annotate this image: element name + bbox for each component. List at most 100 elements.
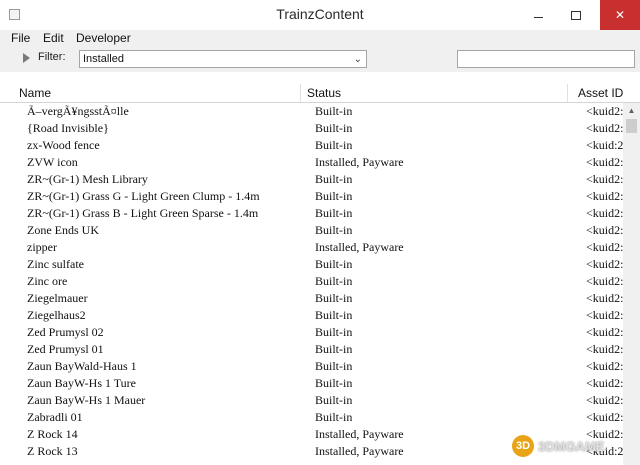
row-asset-id: <kuid:2	[586, 138, 624, 152]
row-asset-id: <kuid2:	[586, 393, 624, 407]
row-asset-id: <kuid2:	[586, 342, 624, 356]
row-status: Built-in	[315, 325, 353, 339]
table-row[interactable]: Zinc sulfate Built-in <kuid2:	[0, 256, 640, 273]
row-name: ZR~(Gr-1) Mesh Library	[27, 172, 148, 186]
table-row[interactable]: {Road Invisible} Built-in <kuid2:	[0, 120, 640, 137]
table-row[interactable]: ZR~(Gr-1) Grass G - Light Green Clump - …	[0, 188, 640, 205]
filter-dropdown[interactable]: Installed ⌄	[79, 50, 367, 68]
menu-bar: File Edit Developer	[0, 30, 640, 46]
row-asset-id: <kuid2:	[586, 410, 624, 424]
column-divider[interactable]	[300, 84, 301, 102]
row-asset-id: <kuid2:	[586, 325, 624, 339]
play-icon[interactable]	[23, 53, 30, 63]
row-name: ZVW icon	[27, 155, 78, 169]
row-name: ZR~(Gr-1) Grass B - Light Green Sparse -…	[27, 206, 259, 220]
row-name: Ziegelmauer	[27, 291, 88, 305]
table-row[interactable]: Zed Prumysl 02 Built-in <kuid2:	[0, 324, 640, 341]
row-name: zx-Wood fence	[27, 138, 100, 152]
table-row[interactable]: Zed Prumysl 01 Built-in <kuid2:	[0, 341, 640, 358]
column-header-asset-id[interactable]: Asset ID	[578, 84, 623, 102]
column-divider[interactable]	[567, 84, 568, 102]
row-status: Built-in	[315, 138, 353, 152]
content-table: Name Status Asset ID Ã–vergÃ¥ngsstÃ¤lle B…	[0, 80, 640, 465]
table-row[interactable]: ZVW icon Installed, Payware <kuid2:	[0, 154, 640, 171]
row-status: Built-in	[315, 291, 353, 305]
row-status: Built-in	[315, 376, 353, 390]
row-asset-id: <kuid2:	[586, 172, 624, 186]
row-status: Built-in	[315, 104, 353, 118]
menu-developer[interactable]: Developer	[76, 30, 131, 46]
scroll-thumb[interactable]	[626, 119, 637, 133]
row-name: ZR~(Gr-1) Grass G - Light Green Clump - …	[27, 189, 260, 203]
row-name: {Road Invisible}	[27, 121, 109, 135]
row-name: Zinc ore	[27, 274, 68, 288]
row-status: Built-in	[315, 189, 353, 203]
row-name: Zinc sulfate	[27, 257, 84, 271]
table-row[interactable]: Zinc ore Built-in <kuid2:	[0, 273, 640, 290]
row-asset-id: <kuid2:	[586, 274, 624, 288]
row-asset-id: <kuid2:	[586, 189, 624, 203]
watermark-text: 3DMGAME	[538, 438, 605, 454]
menu-file[interactable]: File	[11, 30, 30, 46]
row-status: Built-in	[315, 121, 353, 135]
row-name: Zaun BayW-Hs 1 Mauer	[27, 393, 146, 407]
watermark: 3D 3DMGAME	[512, 431, 636, 461]
row-asset-id: <kuid2:	[586, 376, 624, 390]
row-asset-id: <kuid2:	[586, 291, 624, 305]
row-name: Zabradli 01	[27, 410, 83, 424]
row-name: Zone Ends UK	[27, 223, 99, 237]
row-asset-id: <kuid2:	[586, 104, 624, 118]
filter-selected-value: Installed	[83, 53, 124, 65]
row-asset-id: <kuid2:	[586, 206, 624, 220]
row-status: Installed, Payware	[315, 155, 404, 169]
watermark-logo-icon: 3D	[512, 435, 534, 457]
table-row[interactable]: Ziegelmauer Built-in <kuid2:	[0, 290, 640, 307]
row-status: Built-in	[315, 206, 353, 220]
row-name: Ziegelhaus2	[27, 308, 86, 322]
row-status: Built-in	[315, 393, 353, 407]
row-asset-id: <kuid2:	[586, 308, 624, 322]
chevron-down-icon: ⌄	[353, 54, 362, 65]
maximize-button[interactable]	[562, 0, 590, 30]
row-status: Built-in	[315, 223, 353, 237]
minimize-button[interactable]	[524, 0, 552, 30]
table-header: Name Status Asset ID	[0, 84, 640, 103]
table-row[interactable]: Ziegelhaus2 Built-in <kuid2:	[0, 307, 640, 324]
row-name: Zed Prumysl 02	[27, 325, 104, 339]
row-asset-id: <kuid2:	[586, 223, 624, 237]
filter-bar: Filter: Installed ⌄	[0, 46, 640, 72]
row-asset-id: <kuid2:	[586, 240, 624, 254]
filter-label: Filter:	[38, 51, 66, 63]
table-row[interactable]: Zaun BayW-Hs 1 Mauer Built-in <kuid2:	[0, 392, 640, 409]
column-header-name[interactable]: Name	[19, 84, 51, 102]
table-row[interactable]: Zaun BayWald-Haus 1 Built-in <kuid2:	[0, 358, 640, 375]
menu-edit[interactable]: Edit	[43, 30, 64, 46]
row-asset-id: <kuid2:	[586, 359, 624, 373]
close-button[interactable]: ✕	[600, 0, 640, 30]
row-name: Zaun BayW-Hs 1 Ture	[27, 376, 136, 390]
table-row[interactable]: Zone Ends UK Built-in <kuid2:	[0, 222, 640, 239]
row-asset-id: <kuid2:	[586, 155, 624, 169]
row-asset-id: <kuid2:	[586, 121, 624, 135]
table-row[interactable]: Zaun BayW-Hs 1 Ture Built-in <kuid2:	[0, 375, 640, 392]
table-row[interactable]: Ã–vergÃ¥ngsstÃ¤lle Built-in <kuid2:	[0, 103, 640, 120]
row-status: Built-in	[315, 257, 353, 271]
table-row[interactable]: zipper Installed, Payware <kuid2:	[0, 239, 640, 256]
row-status: Built-in	[315, 359, 353, 373]
column-header-status[interactable]: Status	[307, 84, 341, 102]
row-status: Built-in	[315, 172, 353, 186]
row-status: Built-in	[315, 274, 353, 288]
row-name: Zaun BayWald-Haus 1	[27, 359, 137, 373]
row-name: Ã–vergÃ¥ngsstÃ¤lle	[27, 104, 129, 118]
row-status: Installed, Payware	[315, 240, 404, 254]
table-row[interactable]: ZR~(Gr-1) Mesh Library Built-in <kuid2:	[0, 171, 640, 188]
row-name: Zed Prumysl 01	[27, 342, 104, 356]
table-row[interactable]: Zabradli 01 Built-in <kuid2:	[0, 409, 640, 426]
table-body: Ã–vergÃ¥ngsstÃ¤lle Built-in <kuid2: {Road I…	[0, 103, 640, 460]
scroll-up-icon[interactable]: ▲	[623, 103, 640, 117]
row-name: Z Rock 13	[27, 444, 78, 458]
table-row[interactable]: ZR~(Gr-1) Grass B - Light Green Sparse -…	[0, 205, 640, 222]
vertical-scrollbar[interactable]: ▲	[623, 103, 640, 465]
search-input[interactable]	[457, 50, 635, 68]
table-row[interactable]: zx-Wood fence Built-in <kuid:2	[0, 137, 640, 154]
